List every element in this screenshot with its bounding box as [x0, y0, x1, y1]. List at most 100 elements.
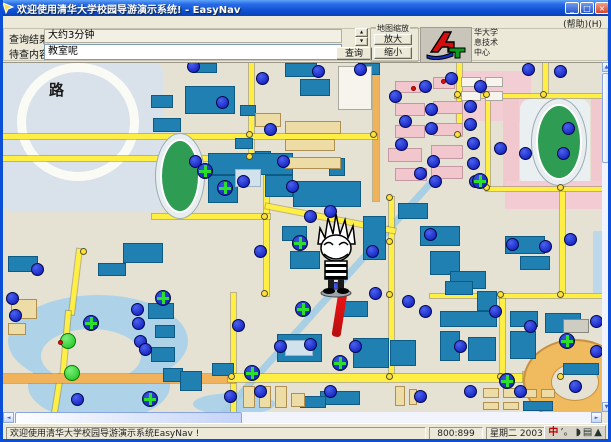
map-target-node[interactable] [472, 173, 488, 189]
map-poi-node[interactable] [464, 385, 477, 398]
map-target-node[interactable] [499, 373, 515, 389]
vertical-scroll-thumb[interactable] [602, 73, 611, 163]
map-target-node[interactable] [244, 365, 260, 381]
map-poi-node[interactable] [9, 309, 22, 322]
map-poi-node[interactable] [395, 138, 408, 151]
ime-punctuation-icon[interactable]: ’。 [560, 426, 573, 440]
ime-language-bar[interactable]: 中 ’。 ◗ ▤ ▲ [544, 425, 606, 441]
map-poi-node[interactable] [312, 65, 325, 78]
road-junction-node[interactable] [557, 373, 564, 380]
map-poi-node[interactable] [131, 303, 144, 316]
map-poi-node[interactable] [506, 238, 519, 251]
map-poi-node[interactable] [569, 380, 582, 393]
search-button[interactable]: 查询 [336, 47, 372, 60]
map-poi-node[interactable] [590, 345, 602, 358]
map-poi-node[interactable] [254, 245, 267, 258]
title-bar[interactable]: 欢迎使用清华大学校园导游演示系统! - EasyNav _ □ × [0, 0, 611, 16]
map-poi-node[interactable] [427, 155, 440, 168]
map-poi-node[interactable] [232, 319, 245, 332]
map-poi-node[interactable] [254, 385, 267, 398]
map-poi-node[interactable] [274, 340, 287, 353]
scroll-left-icon[interactable]: ◄ [3, 412, 14, 423]
map-poi-node[interactable] [237, 175, 250, 188]
map-poi-node[interactable] [514, 385, 527, 398]
map-poi-node[interactable] [324, 385, 337, 398]
map-poi-node[interactable] [464, 100, 477, 113]
character-marker[interactable] [310, 212, 362, 300]
map-target-node[interactable] [217, 180, 233, 196]
minimize-button[interactable]: _ [565, 2, 579, 14]
map-poi-node[interactable] [562, 122, 575, 135]
road-junction-node[interactable] [483, 91, 490, 98]
map-poi-node[interactable] [522, 63, 535, 76]
map-poi-node[interactable] [494, 142, 507, 155]
road-junction-node[interactable] [386, 291, 393, 298]
map-poi-node[interactable] [425, 103, 438, 116]
map-poi-node[interactable] [539, 240, 552, 253]
map-poi-node[interactable] [424, 228, 437, 241]
scroll-right-icon[interactable]: ► [591, 412, 602, 423]
road-junction-node[interactable] [228, 373, 235, 380]
map-poi-node[interactable] [31, 263, 44, 276]
vertical-scrollbar[interactable]: ▲ ▼ [602, 62, 611, 412]
map-target-node[interactable] [559, 333, 575, 349]
map-poi-node[interactable] [590, 315, 602, 328]
road-junction-node[interactable] [261, 290, 268, 297]
map-target-node[interactable] [197, 163, 213, 179]
zoom-in-button[interactable]: 放大 [374, 34, 412, 45]
map-poi-node[interactable] [369, 287, 382, 300]
query-input[interactable] [44, 44, 342, 60]
road-junction-node[interactable] [261, 213, 268, 220]
map-target-node[interactable] [332, 355, 348, 371]
map-poi-node[interactable] [304, 338, 317, 351]
road-junction-node[interactable] [386, 238, 393, 245]
map-poi-node[interactable] [402, 295, 415, 308]
map-poi-node[interactable] [519, 147, 532, 160]
map-poi-node[interactable] [557, 147, 570, 160]
road-junction-node[interactable] [557, 291, 564, 298]
horizontal-scrollbar[interactable]: ◄ ► [3, 412, 602, 423]
road-junction-node[interactable] [386, 373, 393, 380]
map-target-node[interactable] [155, 290, 171, 306]
road-junction-node[interactable] [80, 248, 87, 255]
map-poi-node[interactable] [414, 390, 427, 403]
road-junction-node[interactable] [540, 91, 547, 98]
road-junction-node[interactable] [386, 194, 393, 201]
ime-chinese-icon[interactable]: 中 [548, 426, 558, 440]
zoom-out-button[interactable]: 缩小 [374, 47, 412, 59]
map-poi-node[interactable] [564, 233, 577, 246]
map-poi-node[interactable] [256, 72, 269, 85]
map-poi-node[interactable] [454, 340, 467, 353]
map-poi-node[interactable] [6, 292, 19, 305]
map-poi-node[interactable] [464, 118, 477, 131]
map-target-node[interactable] [295, 301, 311, 317]
map-poi-node[interactable] [429, 175, 442, 188]
road-junction-node[interactable] [370, 131, 377, 138]
map-poi-node[interactable] [419, 305, 432, 318]
spinner-up-icon[interactable]: ▲ [355, 28, 368, 37]
map-poi-node[interactable] [467, 157, 480, 170]
road-junction-node[interactable] [246, 131, 253, 138]
map-poi-node[interactable] [554, 65, 567, 78]
ime-keyboard-icon[interactable]: ▤ [583, 426, 592, 440]
map-poi-node[interactable] [286, 180, 299, 193]
map-poi-node[interactable] [399, 115, 412, 128]
spinner-down-icon[interactable]: ▼ [355, 37, 368, 46]
ime-halfwidth-icon[interactable]: ◗ [576, 426, 581, 440]
map-poi-node[interactable] [366, 245, 379, 258]
scroll-down-icon[interactable]: ▼ [602, 402, 611, 412]
road-junction-node[interactable] [454, 91, 461, 98]
road-junction-node[interactable] [497, 291, 504, 298]
map-poi-node[interactable] [389, 90, 402, 103]
map-poi-node[interactable] [445, 72, 458, 85]
map-poi-node[interactable] [425, 122, 438, 135]
map-poi-node[interactable] [474, 80, 487, 93]
map-poi-node[interactable] [489, 305, 502, 318]
ime-expand-icon[interactable]: ▲ [594, 426, 602, 440]
map-poi-node[interactable] [277, 155, 290, 168]
map-poi-node[interactable] [264, 123, 277, 136]
map-poi-node[interactable] [216, 96, 229, 109]
map-target-node[interactable] [142, 391, 158, 407]
map-poi-node[interactable] [524, 320, 537, 333]
map-poi-node[interactable] [139, 343, 152, 356]
